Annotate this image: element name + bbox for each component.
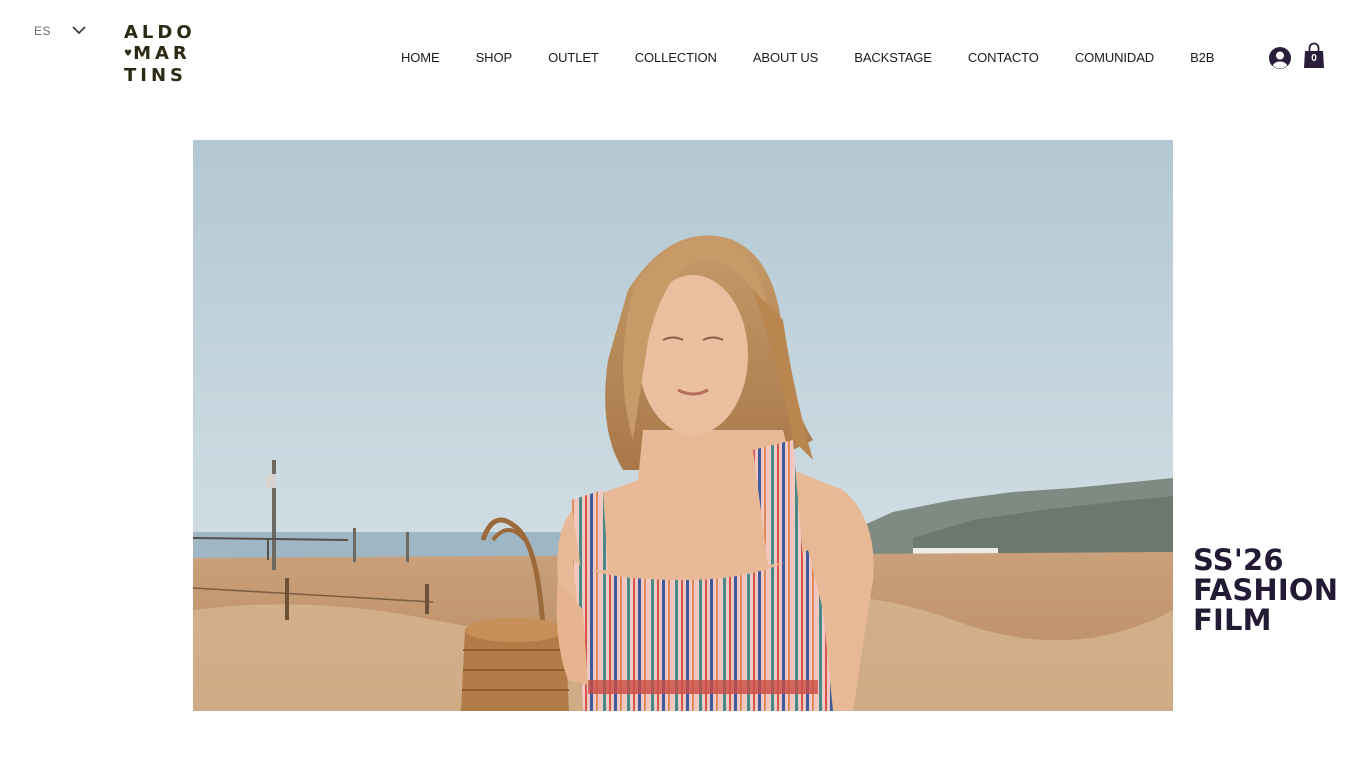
language-code: ES bbox=[34, 24, 52, 38]
language-selector[interactable]: ES bbox=[34, 22, 86, 40]
nav-item-collection[interactable]: COLLECTION bbox=[617, 50, 735, 66]
title-line-2: FASHION bbox=[1193, 573, 1339, 607]
nav-item-home[interactable]: HOME bbox=[383, 50, 458, 66]
logo-heart-icon: ♥ bbox=[124, 49, 133, 59]
hero-video[interactable] bbox=[193, 140, 1173, 711]
nav-item-about-us[interactable]: ABOUT US bbox=[735, 50, 836, 66]
fashion-film-title: SS'26 FASHION FILM bbox=[1193, 545, 1363, 635]
main-navigation: HOME SHOP OUTLET COLLECTION ABOUT US BAC… bbox=[383, 50, 1232, 66]
cart-count-badge: 0 bbox=[1311, 53, 1317, 64]
nav-item-contacto[interactable]: CONTACTO bbox=[950, 50, 1057, 66]
nav-item-shop[interactable]: SHOP bbox=[458, 50, 530, 66]
nav-item-comunidad[interactable]: COMUNIDAD bbox=[1057, 50, 1172, 66]
brand-logo[interactable]: ALDO ♥MAR TINS bbox=[124, 22, 200, 86]
account-button[interactable] bbox=[1268, 46, 1292, 70]
logo-line-1: ALDO bbox=[124, 22, 196, 43]
logo-line-3: TINS bbox=[124, 65, 188, 86]
title-line-1: SS'26 bbox=[1193, 543, 1284, 577]
nav-item-outlet[interactable]: OUTLET bbox=[530, 50, 617, 66]
cart-button[interactable]: 0 bbox=[1303, 42, 1325, 69]
logo-line-2: ♥MAR bbox=[124, 43, 200, 65]
user-icon bbox=[1269, 47, 1291, 69]
nav-item-backstage[interactable]: BACKSTAGE bbox=[836, 50, 950, 66]
nav-item-b2b[interactable]: B2B bbox=[1172, 50, 1232, 66]
hero-image bbox=[193, 140, 1173, 711]
title-line-3: FILM bbox=[1193, 603, 1272, 637]
logo-line-2-text: MAR bbox=[133, 43, 191, 64]
chevron-down-icon bbox=[72, 22, 86, 40]
